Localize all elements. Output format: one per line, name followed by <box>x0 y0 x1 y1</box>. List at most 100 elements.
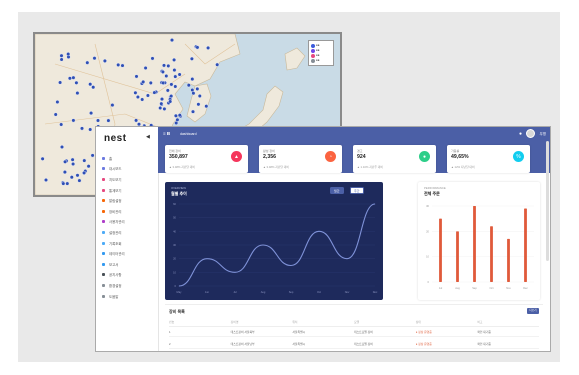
bar <box>490 226 493 282</box>
x-tick-label: Sep <box>289 290 294 294</box>
sidebar-item[interactable]: 데이터관리 <box>102 248 125 259</box>
map-pin <box>91 85 96 90</box>
see-more-button[interactable]: 더보기 <box>527 308 539 314</box>
map-pin <box>102 58 107 63</box>
map-pin <box>190 77 195 82</box>
sidebar-item[interactable]: 대시보드 <box>102 164 125 175</box>
map-pin <box>134 74 139 79</box>
map-pin <box>195 45 200 50</box>
data-point <box>178 285 180 287</box>
sidebar-item[interactable]: 장비관리 <box>102 206 125 217</box>
table-cell: 테스트장비 서울남부 <box>230 342 255 346</box>
stat-card[interactable]: 가동률 49,65% ▲ 12% 지난달 대비% <box>447 145 530 173</box>
column-header[interactable]: 위치 <box>292 320 354 324</box>
nav-icon <box>102 252 105 256</box>
topbar: ≡ B dashboard ● 무명 <box>158 127 550 141</box>
map-pin <box>96 118 101 123</box>
map-pin <box>148 80 153 85</box>
column-header[interactable]: 비고 <box>477 320 539 324</box>
sidebar-item[interactable]: 설정관리 <box>102 227 125 238</box>
map-pin <box>173 84 178 89</box>
stat-card[interactable]: 전체 장비 350,897 ▲ 3.48% 지난달 대비 ▲ <box>165 145 248 173</box>
map-pin <box>145 93 150 98</box>
sidebar-item[interactable]: 보고서 <box>102 259 125 270</box>
table-cell: 서울특별시 <box>292 330 306 334</box>
map-pin <box>88 82 93 87</box>
sidebar-item[interactable]: 홈 <box>102 153 125 164</box>
map-pin <box>61 181 66 186</box>
map-pin <box>140 97 145 102</box>
stat-card[interactable]: 경고 924 ▲ 1.10% 지난주 대비 ● <box>353 145 436 173</box>
sidebar-item[interactable]: 통계보기 <box>102 185 125 196</box>
map-pin <box>204 104 209 109</box>
map-pin <box>59 53 64 58</box>
map-pin <box>173 74 178 79</box>
bar-chart-panel: PERFORMANCE 전체 주문 0 10 20 30 Jul Aug Sep Oct Nov… <box>418 182 540 300</box>
map-pin <box>80 126 85 131</box>
map-pin <box>82 158 87 163</box>
table-row[interactable]: 2 테스트장비 서울남부 서울특별시 테스트모델 장비 ● 정상 운영중 확인 대기중 <box>169 340 539 349</box>
map-pin <box>173 113 178 118</box>
x-tick-label: Aug <box>455 286 460 290</box>
column-header[interactable]: 번호 <box>169 320 231 324</box>
legend-label: ●● <box>316 58 320 62</box>
y-tick-label: 0 <box>428 280 430 284</box>
data-point <box>206 258 208 259</box>
map-pin <box>110 103 115 108</box>
stat-card-change: ▲ 12% 지난달 대비 <box>451 165 475 169</box>
x-tick-label: Oct <box>489 286 493 290</box>
stat-card-change: ▲ 1.10% 지난주 대비 <box>357 165 383 169</box>
map-pin <box>66 52 71 57</box>
sidebar-item[interactable]: 지도보기 <box>102 174 125 185</box>
table-row[interactable]: 1 테스트장비 서울북부 서울특별시 테스트모델 장비 ● 정상 운영중 확인 대기중 <box>169 328 539 337</box>
map-pin <box>189 56 194 61</box>
table-cell: 2 <box>169 342 171 346</box>
stat-card-value: 2,356 <box>263 154 276 160</box>
map-pin <box>215 62 220 67</box>
sidebar-item[interactable]: 도움말 <box>102 291 125 302</box>
map-pin <box>71 75 76 80</box>
nav-icon <box>102 241 105 245</box>
stat-card-value: 350,897 <box>169 154 188 160</box>
y-tick-label: 60 <box>173 202 176 206</box>
sidebar-item[interactable]: 공지사항 <box>102 270 125 281</box>
column-header[interactable]: 모델 <box>354 320 416 324</box>
map-pin <box>77 178 82 183</box>
map-pin <box>60 144 65 149</box>
sidebar-item[interactable]: 알림설정 <box>102 195 125 206</box>
avatar[interactable] <box>526 129 535 138</box>
y-tick-label: 30 <box>173 243 176 247</box>
x-tick-label: May <box>177 290 183 294</box>
topbar-brand[interactable]: ≡ B <box>163 131 170 136</box>
scrollbar[interactable] <box>546 141 549 261</box>
x-tick-label: Sep <box>472 286 477 290</box>
x-tick-label: Jul <box>233 290 237 294</box>
map-pin <box>175 117 180 122</box>
sidebar-item[interactable]: 환경설정 <box>102 280 125 291</box>
map-pin <box>71 118 76 123</box>
sidebar-collapse-icon[interactable]: ◀ <box>146 134 150 140</box>
column-header[interactable]: 상태 <box>416 320 478 324</box>
line-chart: 0 10 20 30 40 50 60 May Jun Jul Aug Sep Oct Nov Dec <box>173 202 378 294</box>
nav-icon <box>102 167 105 171</box>
sidebar-item[interactable]: 사용자관리 <box>102 217 125 228</box>
stat-card[interactable]: 활성 장비 2,356 ▲ 3.48% 지난달 대비 ◔ <box>259 145 342 173</box>
map-pin <box>63 159 68 164</box>
map-pin <box>134 118 139 123</box>
device-table-panel: 장비 목록 더보기 번호 장비명 위치 모델 상태 비고 1 테스트장비 서울북부 서울특별시 테… <box>165 304 543 351</box>
x-tick-label: Nov <box>506 286 511 290</box>
table-cell: ● 정상 운영중 <box>415 342 432 346</box>
user-name[interactable]: 무명 <box>540 132 546 137</box>
nav-icon <box>102 188 105 192</box>
y-tick-label: 10 <box>173 270 176 274</box>
sidebar-item-label: 알림설정 <box>109 199 122 204</box>
bar <box>507 238 510 282</box>
sidebar-item[interactable]: 기록조회 <box>102 238 125 249</box>
data-point <box>290 265 292 266</box>
bell-icon[interactable]: ● <box>519 131 522 137</box>
map-pin <box>88 127 93 132</box>
column-header[interactable]: 장비명 <box>231 320 293 324</box>
nav-icon <box>102 230 105 234</box>
nav-icon <box>102 177 105 181</box>
map-pin <box>191 91 196 96</box>
